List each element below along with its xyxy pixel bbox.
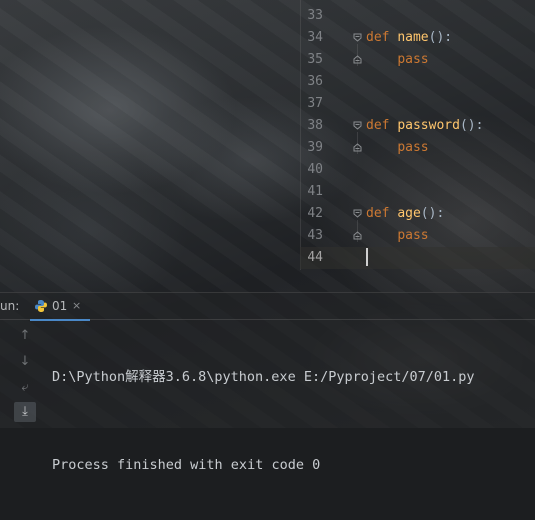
line-number: 43 bbox=[307, 228, 323, 243]
code-line[interactable]: 40 bbox=[300, 159, 535, 181]
keyword: def bbox=[366, 30, 390, 45]
python-icon bbox=[35, 300, 47, 312]
run-tab-label: 01 bbox=[52, 299, 68, 313]
code-text: pass bbox=[366, 137, 429, 159]
code-line[interactable]: 38 def password(): bbox=[300, 115, 535, 137]
line-number: 40 bbox=[307, 162, 323, 177]
soft-wrap-icon[interactable]: ⤶ bbox=[14, 378, 36, 398]
code-text: def name(): bbox=[366, 27, 452, 49]
code-line[interactable]: 35 pass bbox=[300, 49, 535, 71]
code-text: def age(): bbox=[366, 203, 444, 225]
arrow-down-icon[interactable]: ↓ bbox=[14, 352, 36, 372]
line-number: 34 bbox=[307, 30, 323, 45]
code-text: def password(): bbox=[366, 115, 483, 137]
code-line[interactable]: 36 bbox=[300, 71, 535, 93]
fold-end-icon[interactable] bbox=[353, 231, 362, 240]
line-number: 38 bbox=[307, 118, 323, 133]
function-name: age bbox=[397, 206, 421, 221]
console-line: Process finished with exit code 0 bbox=[52, 457, 321, 473]
keyword: def bbox=[366, 206, 390, 221]
text-caret bbox=[366, 248, 368, 266]
close-icon[interactable]: × bbox=[72, 299, 81, 312]
code-editor[interactable]: 33 34 def name(): 35 pass 36 37 38 def password… bbox=[0, 0, 535, 292]
code-line[interactable]: 44 bbox=[300, 247, 535, 269]
line-number: 39 bbox=[307, 140, 323, 155]
code-line[interactable]: 37 bbox=[300, 93, 535, 115]
line-number: 35 bbox=[307, 52, 323, 67]
line-number: 37 bbox=[307, 96, 323, 111]
run-panel-header: un: 01 × bbox=[0, 292, 535, 321]
fold-end-icon[interactable] bbox=[353, 55, 362, 64]
code-text: pass bbox=[366, 49, 429, 71]
punctuation: (): bbox=[459, 118, 484, 133]
code-text: pass bbox=[366, 225, 429, 247]
keyword: pass bbox=[397, 52, 429, 67]
code-line[interactable]: 43 pass bbox=[300, 225, 535, 247]
run-panel: un: 01 × ↑ ↓ ⤶ ⤓ D:\Python解释器3.6.8\pytho… bbox=[0, 292, 535, 473]
function-name: password bbox=[397, 118, 460, 133]
run-tab-01[interactable]: 01 × bbox=[30, 293, 90, 321]
code-line[interactable]: 41 bbox=[300, 181, 535, 203]
keyword: pass bbox=[397, 228, 429, 243]
fold-open-icon[interactable] bbox=[353, 209, 362, 218]
keyword: def bbox=[366, 118, 390, 133]
code-line[interactable]: 42 def age(): bbox=[300, 203, 535, 225]
line-number: 36 bbox=[307, 74, 323, 89]
code-line[interactable]: 33 bbox=[300, 5, 535, 27]
fold-end-icon[interactable] bbox=[353, 143, 362, 152]
line-number: 33 bbox=[307, 8, 323, 23]
code-line[interactable]: 34 def name(): bbox=[300, 27, 535, 49]
function-name: name bbox=[397, 30, 429, 45]
run-toolbar: ↑ ↓ ⤶ ⤓ bbox=[10, 320, 40, 428]
console-line: D:\Python解释器3.6.8\python.exe E:/Pyprojec… bbox=[52, 369, 475, 385]
keyword: pass bbox=[397, 140, 429, 155]
punctuation: (): bbox=[420, 206, 445, 221]
fold-open-icon[interactable] bbox=[353, 33, 362, 42]
code-line[interactable]: 39 pass bbox=[300, 137, 535, 159]
fold-open-icon[interactable] bbox=[353, 121, 362, 130]
line-number: 42 bbox=[307, 206, 323, 221]
line-number: 44 bbox=[307, 250, 323, 265]
arrow-up-icon[interactable]: ↑ bbox=[14, 326, 36, 346]
line-number: 41 bbox=[307, 184, 323, 199]
console-output[interactable]: D:\Python解释器3.6.8\python.exe E:/Pyprojec… bbox=[52, 322, 475, 520]
run-label: un: bbox=[0, 299, 20, 313]
punctuation: (): bbox=[428, 30, 453, 45]
scroll-to-end-icon[interactable]: ⤓ bbox=[14, 402, 36, 422]
